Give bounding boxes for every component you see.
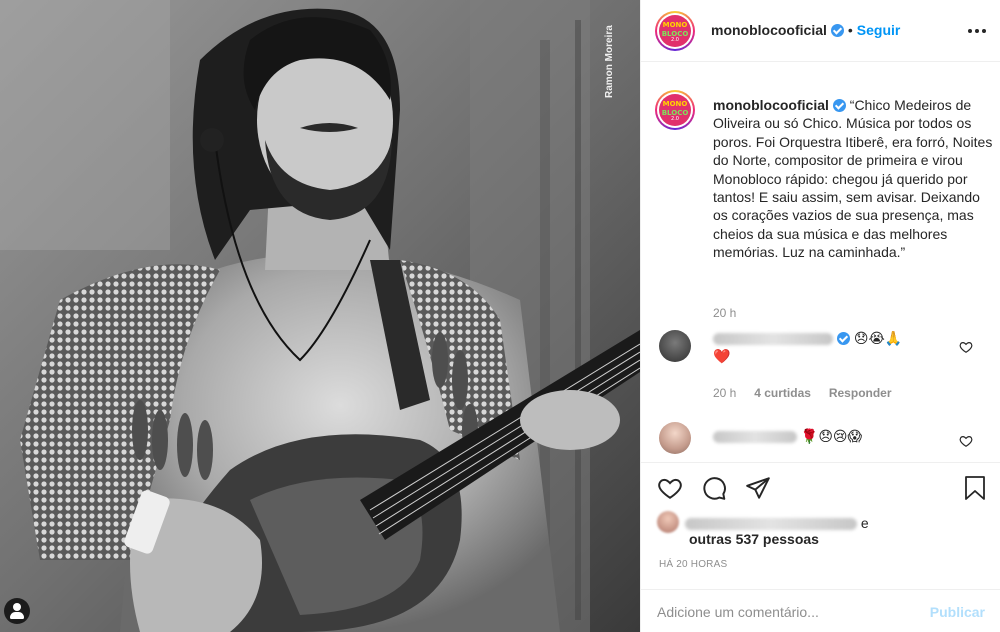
- comment-1-likes[interactable]: 4 curtidas: [754, 386, 811, 400]
- separator-dot: •: [847, 22, 853, 38]
- avatar-logo-text-top: MONO: [662, 21, 688, 30]
- photo-illustration: [0, 0, 640, 632]
- comment-1-actions: 20 h 4 curtidas Responder: [713, 384, 892, 400]
- photo-credit: Ramon Moreira: [604, 25, 615, 98]
- likes-and-word: e: [860, 515, 869, 531]
- comment-input[interactable]: Adicione um comentário...: [657, 604, 819, 620]
- comment-username-blurred[interactable]: [713, 431, 797, 444]
- heart-icon[interactable]: [657, 475, 683, 501]
- share-icon[interactable]: [745, 475, 771, 501]
- caption-username[interactable]: monoblocooficial: [713, 97, 829, 113]
- avatar-logo-number: 2.0: [671, 36, 679, 43]
- comment-username-blurred[interactable]: [713, 333, 833, 346]
- post-header: MONO BLOCO 2.0 monoblocooficial • Seguir: [641, 0, 1000, 62]
- publish-button[interactable]: Publicar: [930, 604, 985, 620]
- liker-names-blurred[interactable]: [685, 518, 857, 531]
- user-tag-icon[interactable]: [4, 598, 30, 624]
- comment-like-icon[interactable]: [959, 340, 973, 354]
- profile-avatar[interactable]: MONO BLOCO 2.0: [655, 11, 695, 51]
- avatar-logo-number: 2.0: [671, 115, 679, 122]
- comment-1-time[interactable]: 20 h: [713, 386, 736, 400]
- post-timestamp[interactable]: HÁ 20 HORAS: [659, 559, 727, 570]
- post-actions-area: e outras 537 pessoas HÁ 20 HORAS Adicion…: [641, 462, 1000, 632]
- comment-avatar[interactable]: [659, 422, 691, 454]
- comments-section: MONO BLOCO 2.0 monoblocooficial “Chico M…: [641, 62, 1000, 462]
- verified-badge-icon: [837, 332, 850, 345]
- instagram-post-modal: Ramon Moreira MONO BLOCO 2.0 monoblocoof…: [0, 0, 1000, 632]
- verified-badge-icon: [830, 24, 844, 37]
- more-options-icon[interactable]: [967, 22, 987, 40]
- caption-time[interactable]: 20 h: [713, 306, 736, 320]
- comment-icon[interactable]: [701, 475, 727, 501]
- caption-avatar[interactable]: MONO BLOCO 2.0: [655, 90, 695, 130]
- post-photo[interactable]: Ramon Moreira: [0, 0, 640, 632]
- header-username[interactable]: monoblocooficial: [711, 22, 827, 38]
- avatar-logo-text-top: MONO: [662, 100, 688, 109]
- comment-2: 🌹😞😢😱: [713, 428, 862, 446]
- comment-avatar[interactable]: [659, 330, 691, 362]
- likes-count[interactable]: outras 537 pessoas: [689, 531, 819, 547]
- caption-text: “Chico Medeiros de Oliveira ou só Chico.…: [713, 97, 993, 261]
- verified-badge-icon: [832, 99, 846, 112]
- bookmark-icon[interactable]: [963, 475, 987, 501]
- add-comment-bar: Adicione um comentário... Publicar: [641, 589, 1000, 632]
- comment-1: 😞😭🙏: [713, 330, 902, 348]
- header-user-line: monoblocooficial • Seguir: [711, 22, 900, 38]
- comment-2-text: 🌹😞😢😱: [800, 429, 863, 445]
- comment-1-text: 😞😭🙏: [853, 331, 903, 347]
- reply-button[interactable]: Responder: [829, 386, 892, 400]
- comment-like-icon[interactable]: [959, 434, 973, 448]
- post-sidebar: MONO BLOCO 2.0 monoblocooficial • Seguir M…: [640, 0, 1000, 632]
- caption: monoblocooficial “Chico Medeiros de Oliv…: [713, 96, 993, 262]
- likes-line-1: e: [685, 515, 869, 531]
- follow-button[interactable]: Seguir: [857, 22, 901, 38]
- comment-1-heart: ❤️: [713, 349, 731, 365]
- liker-avatar[interactable]: [657, 511, 679, 533]
